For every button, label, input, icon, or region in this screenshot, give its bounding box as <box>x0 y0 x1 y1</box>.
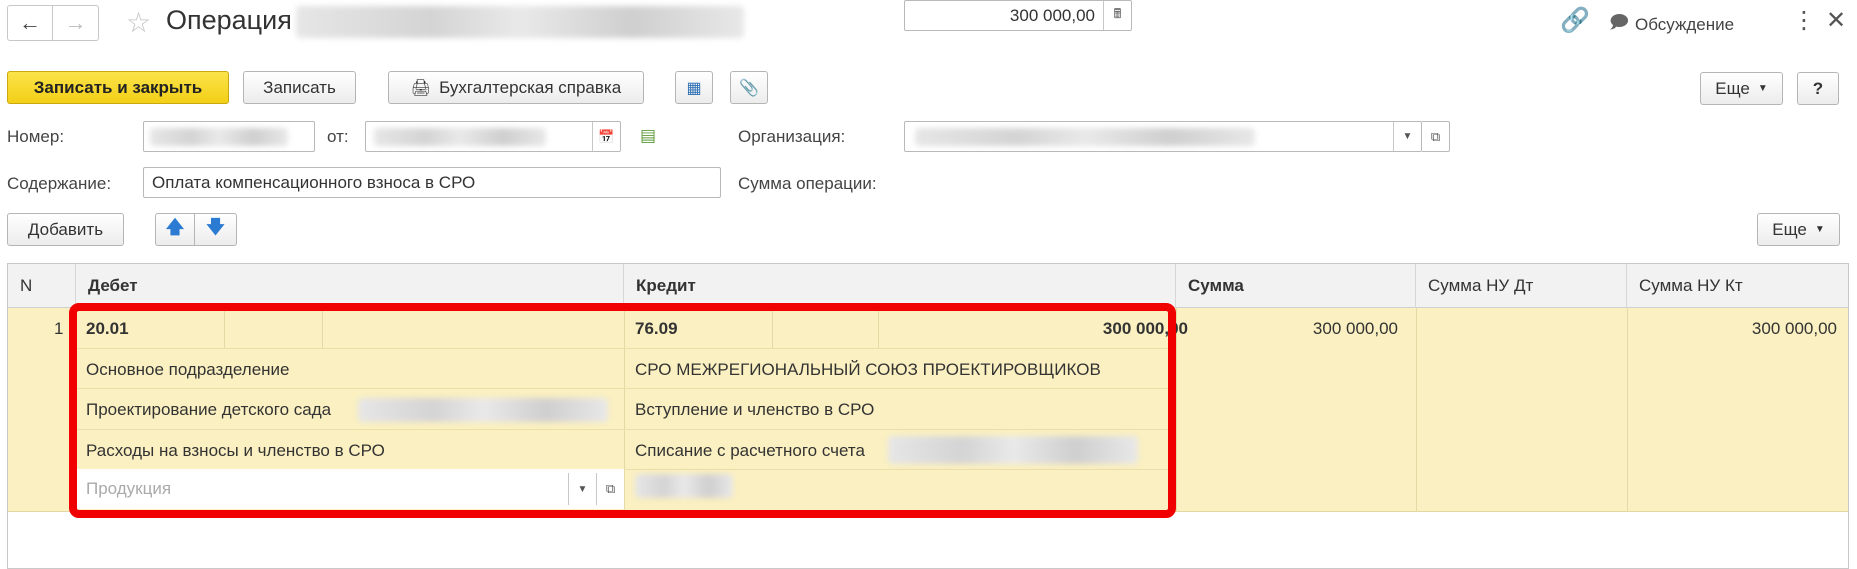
table-more-label: Еще <box>1772 219 1807 239</box>
paperclip-icon: 📎 <box>739 79 759 97</box>
column-debit[interactable]: Дебет <box>76 264 624 308</box>
column-credit[interactable]: Кредит <box>624 264 1176 308</box>
calendar-icon[interactable]: 📅 <box>592 122 620 151</box>
back-button[interactable]: ← <box>7 5 53 41</box>
arrow-up-icon: 🡅 <box>165 216 185 237</box>
add-row-button[interactable]: Добавить <box>7 213 124 246</box>
amount-nu-kt-value[interactable]: 300 000,00 <box>1752 319 1837 339</box>
content-field[interactable]: Оплата компенсационного взноса в СРО <box>143 167 721 198</box>
help-label: ? <box>1812 78 1824 98</box>
row-number: 1 <box>54 319 64 338</box>
link-icon[interactable]: 🔗 <box>1560 6 1590 35</box>
move-up-button[interactable]: 🡅 <box>155 213 195 246</box>
annotation-highlight-frame <box>69 303 1176 518</box>
page-title: Операция <box>166 5 292 35</box>
date-field[interactable]: 📅 <box>365 121 621 152</box>
forward-button[interactable]: → <box>53 5 99 41</box>
date-redacted <box>374 128 546 146</box>
column-amount[interactable]: Сумма <box>1176 264 1416 308</box>
more-button[interactable]: Еще ▼ <box>1700 72 1783 105</box>
table-header: N Дебет Кредит Сумма Сумма НУ Дт Сумма Н… <box>8 264 1848 308</box>
organization-redacted <box>915 128 1255 146</box>
organization-field[interactable]: ▼ <box>904 121 1422 152</box>
attach-button[interactable]: 📎 <box>730 71 768 104</box>
save-and-close-button[interactable]: Записать и закрыть <box>7 71 229 104</box>
column-separator <box>1416 308 1417 512</box>
discussion-label: Обсуждение <box>1634 15 1735 34</box>
chevron-down-icon: ▼ <box>1757 83 1768 94</box>
dropdown-chevron-icon[interactable]: ▼ <box>1393 122 1421 151</box>
chevron-down-icon: ▼ <box>1814 224 1825 235</box>
column-amount-nu-dt[interactable]: Сумма НУ Дт <box>1416 264 1627 308</box>
column-amount-nu-kt[interactable]: Сумма НУ Кт <box>1627 264 1850 308</box>
number-redacted <box>150 128 288 146</box>
save-button[interactable]: Записать <box>243 71 356 104</box>
structure-button[interactable]: ▦ <box>675 71 713 104</box>
chat-icon: 🗩 <box>1609 12 1629 32</box>
calculator-icon[interactable]: 🖩 <box>1103 1 1131 30</box>
open-organization-icon[interactable]: ⧉ <box>1422 121 1450 152</box>
save-label: Записать <box>263 77 336 97</box>
printer-icon: 🖨 <box>410 79 432 97</box>
move-down-button[interactable]: 🡇 <box>195 213 237 246</box>
number-field[interactable] <box>143 121 315 152</box>
arrow-right-icon: → <box>64 10 87 35</box>
organization-label: Организация: <box>738 127 846 146</box>
add-row-label: Добавить <box>27 219 104 239</box>
column-n[interactable]: N <box>8 264 76 308</box>
save-and-close-label: Записать и закрыть <box>33 77 203 97</box>
table-more-button[interactable]: Еще ▼ <box>1757 213 1840 246</box>
number-label: Номер: <box>7 127 65 146</box>
accounting-certificate-label: Бухгалтерская справка <box>439 77 622 97</box>
discussion-button[interactable]: 🗩 Обсуждение <box>1609 10 1734 40</box>
amount-nu-dt-value[interactable]: 300 000,00 <box>1313 319 1398 339</box>
date-label: от: <box>327 127 349 146</box>
arrow-down-icon: 🡇 <box>206 216 225 237</box>
accounting-certificate-button[interactable]: 🖨 Бухгалтерская справка <box>388 71 644 104</box>
content-label: Содержание: <box>7 174 112 193</box>
column-separator <box>1627 308 1628 512</box>
edit-number-icon[interactable]: ▤ <box>640 126 656 146</box>
favorite-star-icon[interactable]: ☆ <box>126 6 151 39</box>
more-label: Еще <box>1715 78 1750 98</box>
document-title-redacted <box>296 6 744 38</box>
close-icon[interactable]: ✕ <box>1826 6 1846 35</box>
operation-amount-value: 300 000,00 <box>1009 5 1095 25</box>
structure-icon: ▦ <box>686 79 702 97</box>
operation-amount-label: Сумма операции: <box>738 174 877 193</box>
arrow-left-icon: ← <box>19 10 41 35</box>
help-button[interactable]: ? <box>1797 72 1839 105</box>
more-vertical-icon[interactable]: ⋮ <box>1792 6 1816 35</box>
operation-amount-field[interactable]: 300 000,00 🖩 <box>904 0 1132 31</box>
content-value: Оплата компенсационного взноса в СРО <box>152 172 476 192</box>
